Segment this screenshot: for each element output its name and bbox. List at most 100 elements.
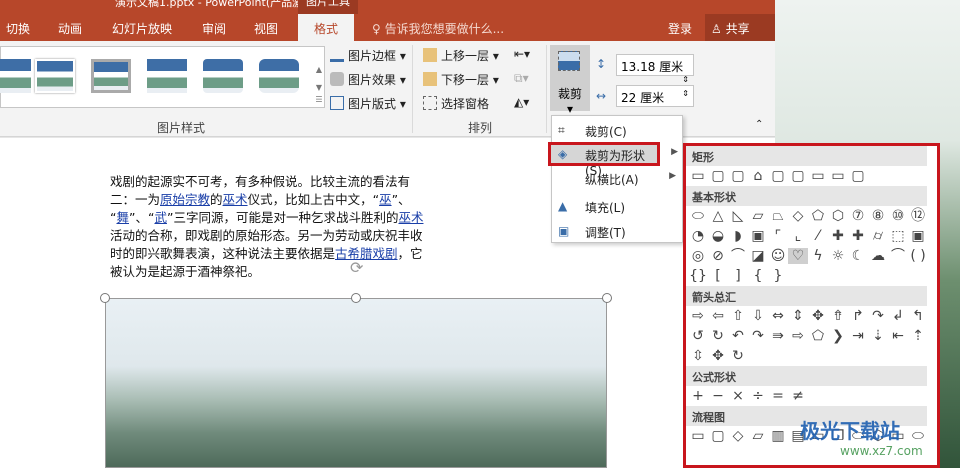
link[interactable]: 舞 xyxy=(116,210,129,225)
shape-option[interactable]: ≠ xyxy=(788,388,808,404)
tab-view[interactable]: 视图 xyxy=(254,20,278,37)
login-button[interactable]: 登录 xyxy=(668,20,692,37)
link[interactable]: 巫术 xyxy=(223,192,248,207)
shape-option[interactable]: ▭ xyxy=(688,168,708,184)
shape-option[interactable]: ▭ xyxy=(808,168,828,184)
link[interactable]: 巫 xyxy=(379,192,392,207)
crop-button[interactable]: 裁剪 ▾ xyxy=(550,45,590,116)
resize-handle[interactable] xyxy=(100,293,110,303)
shape-option[interactable]: ❯ xyxy=(828,328,848,344)
shape-option[interactable]: ⬠ xyxy=(808,208,828,224)
shape-option[interactable]: ⬭ xyxy=(908,428,928,444)
rotate-button[interactable]: ◭▾ xyxy=(514,95,529,109)
menu-item-aspect-ratio[interactable]: 纵横比(A) ▶ xyxy=(552,166,682,190)
shape-option[interactable]: ◎ xyxy=(688,248,708,264)
shape-option[interactable]: ⌒ xyxy=(728,248,748,264)
style-thumbnail[interactable] xyxy=(203,59,243,93)
send-backward-button[interactable]: 下移一层 ▾ xyxy=(423,71,499,88)
shape-option[interactable]: ▣ xyxy=(748,228,768,244)
shape-option[interactable]: [ xyxy=(708,268,728,284)
style-thumbnail[interactable] xyxy=(259,59,299,93)
shape-option[interactable]: ▱ xyxy=(748,428,768,444)
shape-option[interactable]: = xyxy=(768,388,788,404)
shape-option[interactable]: ⇩ xyxy=(748,308,768,324)
bring-forward-button[interactable]: 上移一层 ▾ xyxy=(423,47,499,64)
shape-option[interactable]: ⑩ xyxy=(888,208,908,224)
shape-option[interactable]: ⇛ xyxy=(768,328,788,344)
shape-option[interactable]: ⁄ xyxy=(808,228,828,244)
shape-option[interactable]: ◒ xyxy=(708,228,728,244)
shape-option[interactable]: ↰ xyxy=(908,308,928,324)
menu-item-fit[interactable]: ▣ 调整(T) xyxy=(552,219,682,243)
shape-option[interactable]: ⬭ xyxy=(688,208,708,224)
shape-option[interactable]: ⇧ xyxy=(728,308,748,324)
shape-option[interactable]: ⑫ xyxy=(908,208,928,224)
shape-option[interactable]: ⌂ xyxy=(748,168,768,184)
shape-option[interactable]: { xyxy=(748,268,768,284)
shape-option[interactable]: ⌒ xyxy=(888,248,908,264)
shape-option[interactable]: ▢ xyxy=(768,168,788,184)
collapse-ribbon-icon[interactable]: ⌃ xyxy=(755,119,763,130)
resize-handle[interactable] xyxy=(602,293,612,303)
shape-option[interactable]: ✥ xyxy=(808,308,828,324)
menu-item-crop[interactable]: ⌗ 裁剪(C) xyxy=(552,118,682,142)
shape-option[interactable]: ϟ xyxy=(808,248,828,264)
tell-me-search[interactable]: ♀ 告诉我您想要做什么... xyxy=(372,20,504,37)
shape-option[interactable]: ↲ xyxy=(888,308,908,324)
shape-option[interactable]: ⇮ xyxy=(828,308,848,324)
style-thumbnail[interactable] xyxy=(147,59,187,93)
picture-styles-gallery[interactable]: ▲ ▼ ☰ xyxy=(0,46,325,108)
shape-option[interactable]: ⇣ xyxy=(868,328,888,344)
shape-option[interactable]: ☼ xyxy=(828,248,848,264)
tab-transitions[interactable]: 切换 xyxy=(6,20,30,37)
shape-option[interactable]: − xyxy=(708,388,728,404)
shape-option[interactable]: ⬠ xyxy=(808,328,828,344)
tab-slideshow[interactable]: 幻灯片放映 xyxy=(112,20,172,37)
style-thumbnail[interactable] xyxy=(91,59,131,93)
link[interactable]: 古希腊戏剧 xyxy=(335,246,398,261)
shape-option[interactable]: ▭ xyxy=(688,428,708,444)
shape-option[interactable]: ▢ xyxy=(788,168,808,184)
shape-option[interactable]: ⇡ xyxy=(908,328,928,344)
shape-option[interactable]: ↻ xyxy=(728,348,748,364)
gallery-more[interactable]: ☰ xyxy=(313,95,325,104)
shape-option[interactable]: ⇔ xyxy=(768,308,788,324)
width-input[interactable]: 22 厘米 ⇕ xyxy=(616,85,694,107)
shape-option[interactable]: ⇳ xyxy=(688,348,708,364)
rotate-handle-icon[interactable]: ⟳ xyxy=(350,258,363,277)
shape-option[interactable]: × xyxy=(728,388,748,404)
menu-item-fill[interactable]: ▲ 填充(L) xyxy=(552,194,682,218)
style-thumbnail[interactable] xyxy=(35,59,75,93)
tab-animations[interactable]: 动画 xyxy=(58,20,82,37)
shape-option[interactable]: ◺ xyxy=(728,208,748,224)
resize-handle[interactable] xyxy=(351,293,361,303)
shape-option[interactable]: + xyxy=(688,388,708,404)
shape-option[interactable]: ⑧ xyxy=(868,208,888,224)
shape-option[interactable]: ⇨ xyxy=(688,308,708,324)
menu-item-crop-to-shape[interactable]: ◈ 裁剪为形状(S) ▶ xyxy=(548,142,678,178)
tab-format[interactable]: 格式 xyxy=(298,14,355,41)
shape-option[interactable]: ◔ xyxy=(688,228,708,244)
gallery-scroll-down[interactable]: ▼ xyxy=(313,83,325,92)
shape-option[interactable]: ◪ xyxy=(748,248,768,264)
shape-option[interactable]: ▢ xyxy=(708,428,728,444)
selection-pane-button[interactable]: 选择窗格 xyxy=(423,95,489,112)
shape-option[interactable]: ✚ xyxy=(828,228,848,244)
shape-option[interactable]: ⇤ xyxy=(888,328,908,344)
shape-option[interactable]: ◗ xyxy=(728,228,748,244)
picture-layout-button[interactable]: 图片版式 ▾ xyxy=(330,95,406,112)
shape-option[interactable]: ✥ xyxy=(708,348,728,364)
shape-option[interactable]: ⇥ xyxy=(848,328,868,344)
align-button[interactable]: ⇤▾ xyxy=(514,47,530,61)
shape-option[interactable]: ⌞ xyxy=(788,228,808,244)
shape-option[interactable]: ♡ xyxy=(788,248,808,264)
shape-option[interactable]: ⇕ xyxy=(788,308,808,324)
link[interactable]: 武 xyxy=(154,210,167,225)
shape-option[interactable]: ⌭ xyxy=(868,228,888,244)
shape-option[interactable]: ⇨ xyxy=(788,328,808,344)
height-input[interactable]: 13.18 厘米 ⇕ xyxy=(616,54,694,84)
shape-option[interactable]: ◇ xyxy=(788,208,808,224)
text-paragraph[interactable]: 戏剧的起源实不可考，有多种假说。比较主流的看法有 二：一为原始宗教的巫术仪式，比… xyxy=(110,173,480,281)
selected-picture[interactable] xyxy=(105,298,607,468)
link[interactable]: 原始宗教 xyxy=(160,192,210,207)
